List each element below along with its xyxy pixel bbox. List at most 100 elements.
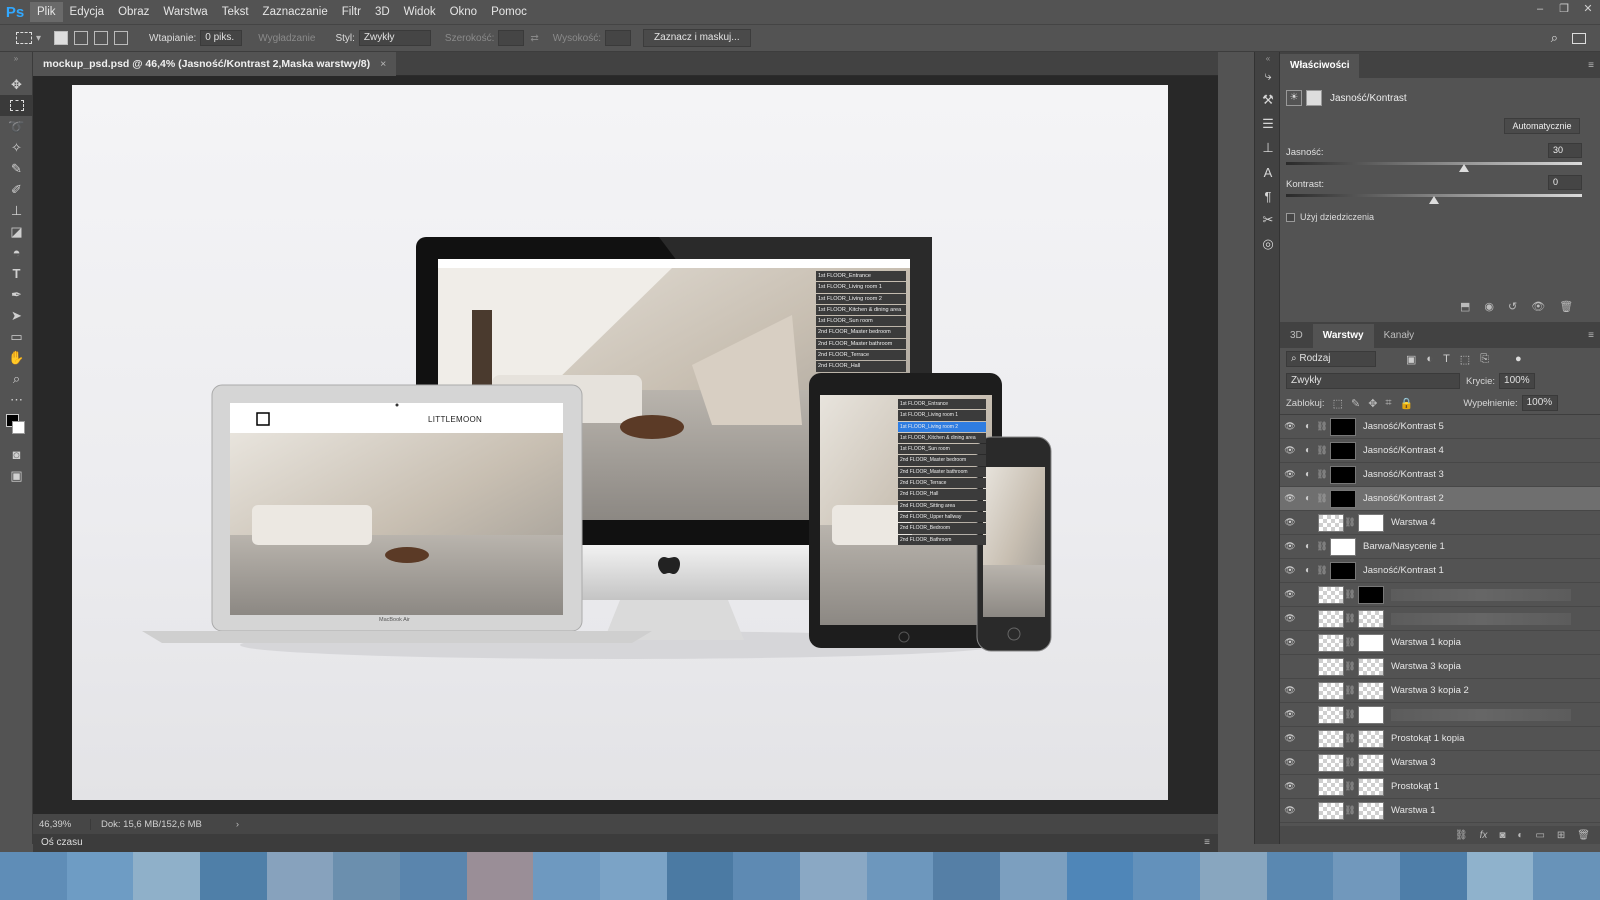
layer-mask-thumbnail[interactable] [1330, 417, 1356, 436]
eyedropper-tool-icon[interactable]: ✎ [0, 158, 33, 179]
layer-row[interactable]: 👁 ⛓ Warstwa 3 kopia 2 [1280, 679, 1600, 703]
workspace-icon[interactable] [1572, 32, 1586, 44]
visibility-icon[interactable]: 👁 [1280, 613, 1300, 624]
layer-row[interactable]: 👁 ◐ ⛓ Jasność/Kontrast 2 [1280, 487, 1600, 511]
brush-settings-icon[interactable]: ⚒ [1255, 88, 1281, 112]
layer-row[interactable]: 👁 ◐ ⛓ Jasność/Kontrast 4 [1280, 439, 1600, 463]
stamp-tool-icon[interactable]: ⊥ [0, 200, 33, 221]
visibility-icon[interactable]: 👁 [1280, 781, 1300, 792]
brightness-thumb[interactable] [1458, 164, 1469, 172]
menu-layer[interactable]: Warstwa [156, 2, 214, 22]
subtract-selection-icon[interactable] [94, 31, 109, 45]
timeline-label[interactable]: Oś czasu [41, 837, 83, 848]
intersect-selection-icon[interactable] [114, 31, 129, 45]
feather-input[interactable]: 0 piks. [200, 30, 243, 46]
collapse-icon[interactable]: » [0, 52, 32, 74]
visibility-icon[interactable]: 👁 [1531, 300, 1545, 313]
layer-row[interactable]: 👁 ⛓ Warstwa 1 [1280, 799, 1600, 823]
path-select-tool-icon[interactable]: ➤ [0, 305, 33, 326]
link-icon[interactable]: ⛓ [1316, 493, 1328, 504]
menu-select[interactable]: Zaznaczanie [256, 2, 335, 22]
canvas[interactable]: LITTLEMOON MacBook Air 1st FLOOR_Entranc… [72, 85, 1168, 800]
layer-mask-thumbnail[interactable] [1358, 801, 1384, 820]
lock-position-icon[interactable]: ✥ [1368, 397, 1377, 410]
add-mask-icon[interactable]: ◙ [1499, 830, 1505, 841]
lock-artboard-icon[interactable]: ⌗ [1385, 397, 1391, 410]
delete-layer-icon[interactable]: 🗑 [1577, 830, 1590, 841]
select-and-mask-button[interactable]: Zaznacz i maskuj... [643, 29, 751, 47]
lock-transparency-icon[interactable]: ⬚ [1333, 397, 1343, 410]
quick-mask-icon[interactable]: ◙ [0, 444, 33, 465]
marquee-tool-icon[interactable] [0, 95, 33, 116]
layer-row[interactable]: ⛓ Warstwa 3 kopia [1280, 655, 1600, 679]
filter-toggle-icon[interactable]: ● [1515, 353, 1522, 365]
style-select[interactable]: Zwykły [358, 30, 431, 46]
visibility-icon[interactable]: 👁 [1280, 421, 1300, 432]
brightness-slider[interactable]: Jasność: 30 [1286, 143, 1582, 172]
layer-thumbnail[interactable] [1318, 633, 1344, 652]
more-tools-icon[interactable]: ⋯ [0, 389, 33, 410]
fx-icon[interactable]: fx [1480, 830, 1488, 841]
visibility-icon[interactable]: 👁 [1280, 445, 1300, 456]
add-selection-icon[interactable] [74, 31, 89, 45]
link-icon[interactable]: ⛓ [1344, 709, 1356, 720]
legacy-option[interactable]: Użyj dziedziczenia [1286, 212, 1374, 222]
layer-mask-thumbnail[interactable] [1330, 441, 1356, 460]
new-selection-icon[interactable] [54, 31, 69, 45]
layer-name[interactable]: Warstwa 4 [1391, 517, 1436, 528]
layer-name[interactable]: Jasność/Kontrast 4 [1363, 445, 1444, 456]
layer-row[interactable]: 👁 ◐ ⛓ Jasność/Kontrast 3 [1280, 463, 1600, 487]
layer-row[interactable]: 👁 ◐ ⛓ Jasność/Kontrast 1 [1280, 559, 1600, 583]
layer-thumbnail[interactable] [1318, 609, 1344, 628]
visibility-icon[interactable]: 👁 [1280, 637, 1300, 648]
layer-name[interactable]: Warstwa 1 kopia [1391, 637, 1461, 648]
magic-wand-tool-icon[interactable]: ✧ [0, 137, 33, 158]
new-layer-icon[interactable]: ⊞ [1557, 830, 1565, 841]
link-icon[interactable]: ⛓ [1344, 661, 1356, 672]
libraries-icon[interactable]: ◎ [1255, 232, 1281, 256]
visibility-icon[interactable]: 👁 [1280, 517, 1300, 528]
tab-layers[interactable]: Warstwy [1312, 324, 1374, 348]
reset-icon[interactable]: ↺ [1508, 300, 1517, 313]
blend-mode-select[interactable]: Zwykły [1286, 373, 1460, 389]
link-icon[interactable]: ⛓ [1344, 517, 1356, 528]
chevron-down-icon[interactable]: ▾ [36, 33, 41, 44]
move-tool-icon[interactable]: ✥ [0, 74, 33, 95]
layer-row[interactable]: 👁 ◐ ⛓ Barwa/Nasycenie 1 [1280, 535, 1600, 559]
menu-3d[interactable]: 3D [368, 2, 397, 22]
pen-tool-icon[interactable]: ✒ [0, 284, 33, 305]
character-icon[interactable]: A [1255, 160, 1281, 184]
visibility-icon[interactable]: 👁 [1280, 805, 1300, 816]
document-tab[interactable]: mockup_psd.psd @ 46,4% (Jasność/Kontrast… [33, 52, 397, 76]
menu-view[interactable]: Widok [397, 2, 443, 22]
layer-thumbnail[interactable] [1318, 777, 1344, 796]
visibility-icon[interactable]: 👁 [1280, 541, 1300, 552]
menu-file[interactable]: Plik [30, 2, 63, 22]
marquee-tool-icon[interactable] [16, 32, 32, 44]
layer-name[interactable]: Jasność/Kontrast 1 [1363, 565, 1444, 576]
tab-channels[interactable]: Kanały [1374, 324, 1425, 348]
auto-button[interactable]: Automatycznie [1504, 118, 1580, 134]
screen-mode-icon[interactable]: ▣ [0, 465, 33, 486]
legacy-checkbox[interactable] [1286, 212, 1295, 222]
layer-name[interactable]: Prostokąt 1 [1391, 781, 1439, 792]
visibility-icon[interactable]: 👁 [1280, 493, 1300, 504]
minimize-button[interactable]: – [1528, 0, 1552, 24]
layer-thumbnail[interactable] [1318, 657, 1344, 676]
lock-all-icon[interactable]: 🔒 [1400, 397, 1414, 410]
visibility-icon[interactable]: 👁 [1280, 589, 1300, 600]
menu-edit[interactable]: Edycja [63, 2, 112, 22]
layer-name[interactable]: Jasność/Kontrast 5 [1363, 421, 1444, 432]
layer-name[interactable]: Warstwa 1 [1391, 805, 1436, 816]
mask-icon[interactable] [1306, 90, 1322, 106]
fill-input[interactable]: 100% [1521, 395, 1558, 411]
new-adjustment-icon[interactable]: ◐ [1517, 830, 1523, 841]
layer-row[interactable]: 👁 ⛓ Warstwa 3 [1280, 751, 1600, 775]
panel-menu-icon[interactable]: ≡ [1588, 60, 1594, 71]
stamp-icon[interactable]: ⊥ [1255, 136, 1281, 160]
new-group-icon[interactable]: ▭ [1535, 830, 1544, 841]
layer-thumbnail[interactable] [1318, 753, 1344, 772]
tab-3d[interactable]: 3D [1280, 324, 1313, 348]
layer-name[interactable]: Barwa/Nasycenie 1 [1363, 541, 1445, 552]
layer-row[interactable]: 👁 ⛓ Prostokąt 1 [1280, 775, 1600, 799]
